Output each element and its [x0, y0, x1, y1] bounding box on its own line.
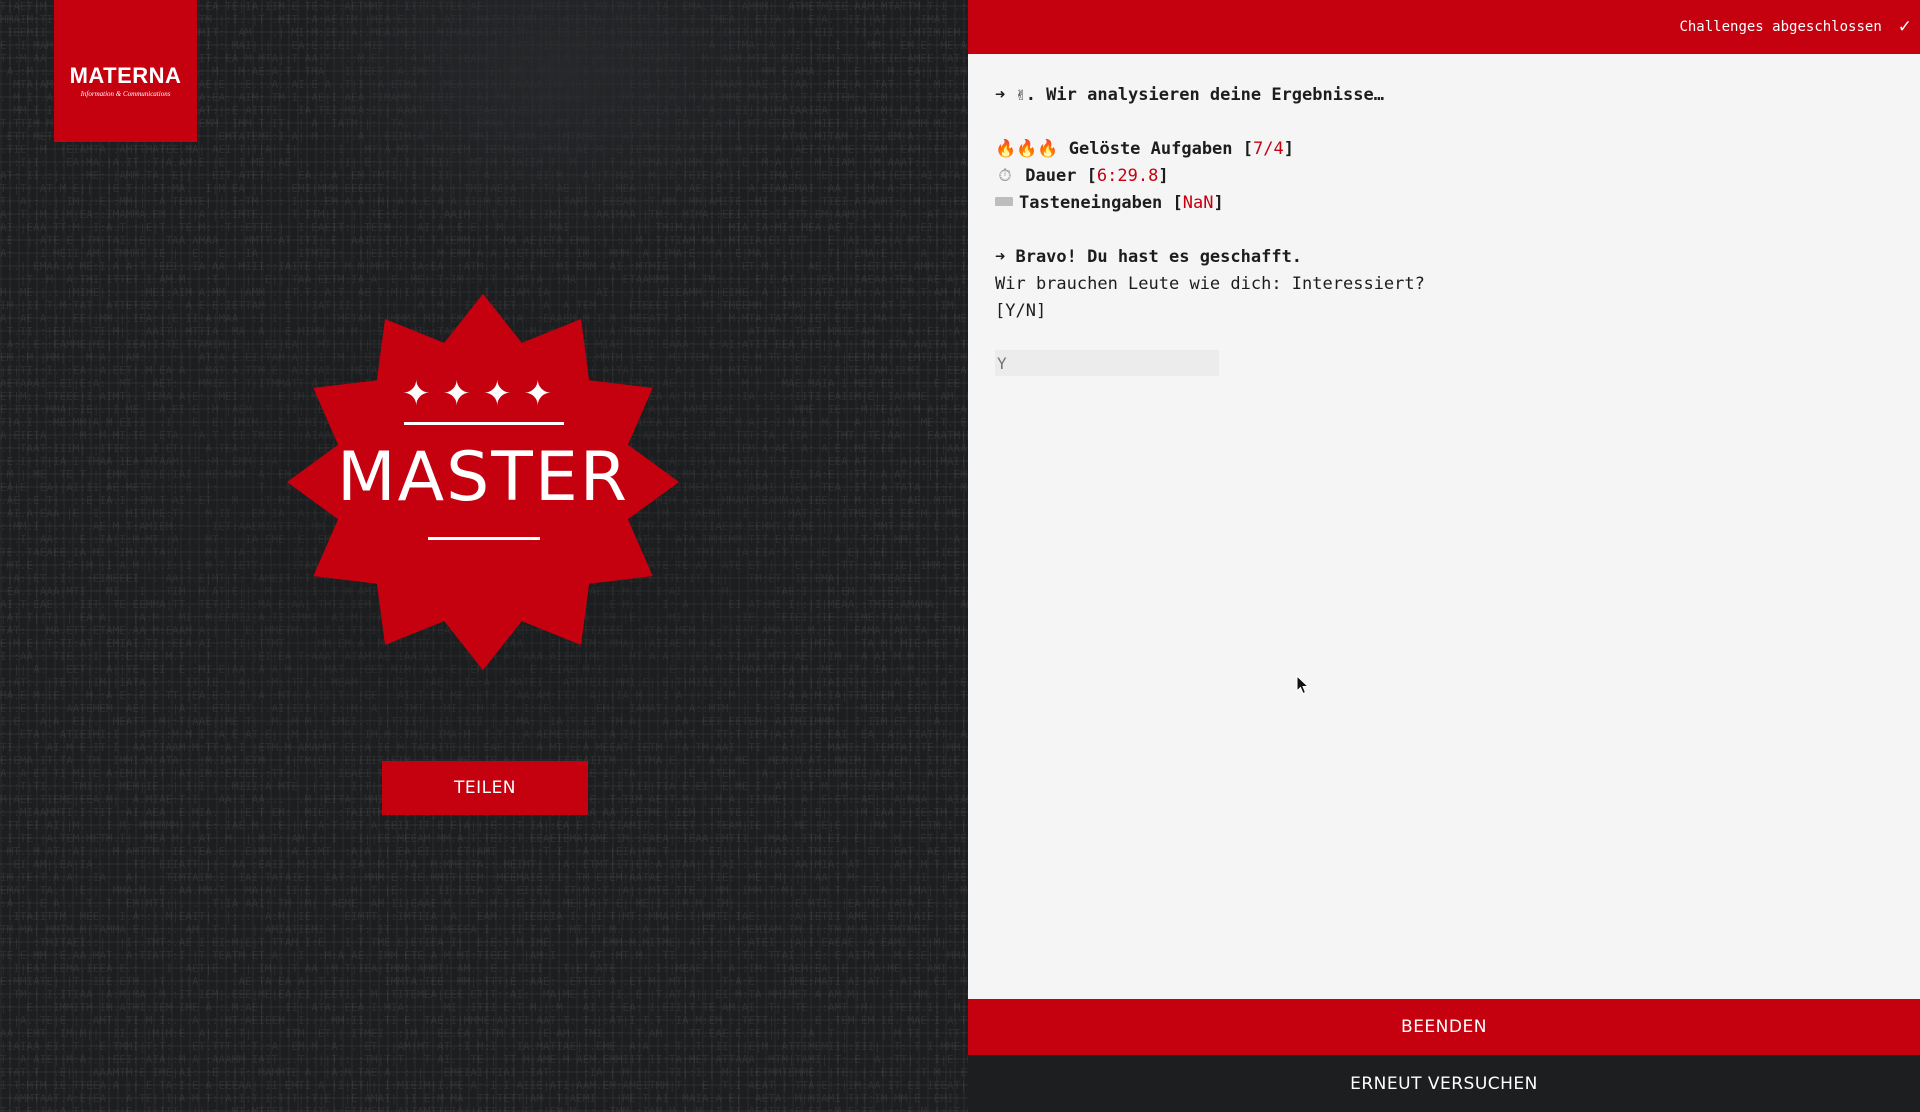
- terminal-panel: Challenges abgeschlossen ✓ ➜ ✌. Wir anal…: [968, 0, 1920, 1112]
- keystrokes-line: Tasteneingaben [NaN]: [995, 190, 1895, 217]
- status-bar: Challenges abgeschlossen ✓: [968, 0, 1920, 54]
- badge-stars: ✦✦✦✦: [402, 374, 564, 414]
- retry-button[interactable]: ERNEUT VERSUCHEN: [968, 1055, 1920, 1112]
- status-text: Challenges abgeschlossen: [1679, 19, 1882, 35]
- keystrokes-value: NaN: [1182, 193, 1214, 213]
- stopwatch-icon: ⏱: [998, 166, 1012, 186]
- solved-line: 🔥🔥🔥 Gelöste Aufgaben [7/4]: [995, 139, 1294, 159]
- answer-input[interactable]: [995, 350, 1219, 376]
- duration-line: ⏱ Dauer [6:29.8]: [995, 163, 1895, 190]
- terminal-output: ➜ ✌. Wir analysieren deine Ergebnisse… 🔥…: [995, 82, 1895, 325]
- check-icon: ✓: [1897, 17, 1912, 37]
- logo-tagline: Information & Communications: [80, 89, 171, 98]
- analyzing-line: ➜ ✌. Wir analysieren deine Ergebnisse…: [995, 85, 1384, 105]
- question-line: Wir brauchen Leute wie dich: Interessier…: [995, 274, 1425, 294]
- solved-value: 7/4: [1253, 139, 1284, 159]
- share-button[interactable]: TEILEN: [382, 761, 588, 815]
- duration-value: 6:29.8: [1096, 166, 1159, 186]
- materna-logo: MATERNA Information & Communications: [54, 0, 197, 142]
- result-panel: T|AET|M |TE.:MTE:A|TAM AT AT|:EA TE|IA.I…: [0, 0, 968, 1112]
- mouse-cursor-icon: [1296, 675, 1310, 695]
- badge-title: MASTER: [336, 438, 630, 517]
- fire-icon: 🔥🔥🔥: [995, 139, 1059, 159]
- master-badge: ✦✦✦✦ MASTER: [286, 294, 680, 670]
- badge-divider-top: [404, 422, 564, 425]
- end-button[interactable]: BEENDEN: [968, 999, 1920, 1055]
- options-line: [Y/N]: [995, 301, 1047, 321]
- congrats-line: ➜ Bravo! Du hast es geschafft.: [995, 247, 1303, 267]
- app-window: T|AET|M |TE.:MTE:A|TAM AT AT|:EA TE|IA.I…: [0, 0, 1920, 1112]
- keyboard-icon: [995, 197, 1013, 206]
- logo-name: MATERNA: [69, 62, 182, 88]
- badge-divider-bottom: [428, 537, 540, 540]
